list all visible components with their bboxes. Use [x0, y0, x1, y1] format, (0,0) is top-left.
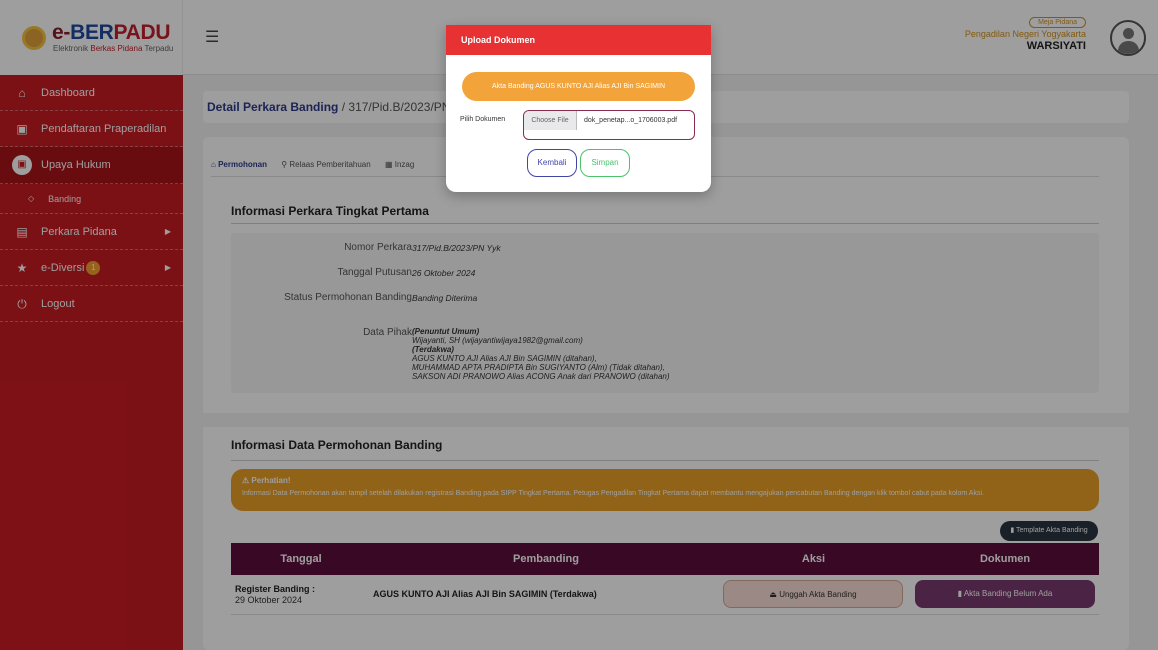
file-input[interactable]: Choose File dok_penetap...o_1706003.pdf [523, 110, 695, 140]
simpan-button[interactable]: Simpan [580, 149, 630, 177]
choose-file-button[interactable]: Choose File [524, 111, 577, 130]
document-name-pill: Akta Banding AGUS KUNTO AJI Alias AJI Bi… [462, 72, 695, 101]
kembali-button[interactable]: Kembali [527, 149, 577, 177]
modal-title: Upload Dokumen [461, 35, 536, 45]
upload-modal: Upload Dokumen Akta Banding AGUS KUNTO A… [446, 25, 711, 192]
modal-header: Upload Dokumen [446, 25, 711, 55]
file-name: dok_penetap...o_1706003.pdf [584, 117, 678, 124]
app-root: e-BERPADU Elektronik Berkas Pidana Terpa… [0, 0, 1158, 650]
file-label: Pilih Dokumen [460, 116, 506, 123]
